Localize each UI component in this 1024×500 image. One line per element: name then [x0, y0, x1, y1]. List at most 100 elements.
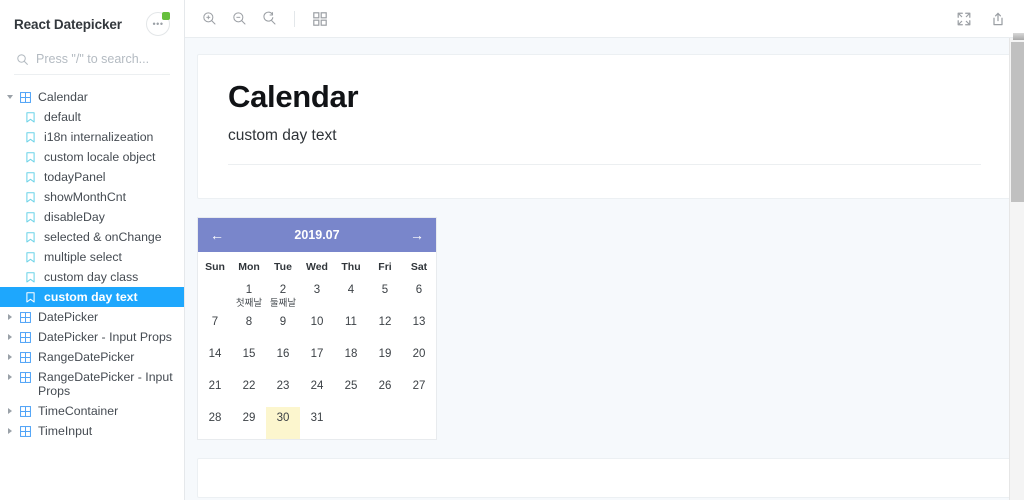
calendar-day-cell[interactable]: 23 — [266, 375, 300, 407]
grid-background-icon — [313, 11, 327, 26]
open-in-new-tab-button[interactable] — [984, 6, 1012, 32]
calendar-week-row: 7 8 9 10 11 12 13 — [198, 311, 436, 343]
sidebar: React Datepicker ••• Press "/" to search… — [0, 0, 185, 500]
zoom-reset-button[interactable] — [255, 6, 283, 32]
story-bookmark-icon — [26, 230, 38, 244]
calendar-day-cell[interactable]: 1 첫째날 — [232, 279, 266, 311]
chevron-right-icon[interactable] — [6, 370, 14, 384]
sidebar-item-timecontainer[interactable]: TimeContainer — [0, 401, 184, 421]
search-input[interactable]: Press "/" to search... — [14, 46, 170, 75]
more-options-button[interactable]: ••• — [146, 12, 170, 36]
calendar-day-cell[interactable]: 9 — [266, 311, 300, 343]
calendar-day-cell[interactable]: 25 — [334, 375, 368, 407]
calendar-day-cell[interactable]: 24 — [300, 375, 334, 407]
calendar-day-cell[interactable]: 22 — [232, 375, 266, 407]
sidebar-item-label: custom day class — [44, 270, 139, 284]
chevron-right-icon[interactable] — [6, 404, 14, 418]
sidebar-item-showmonthcnt[interactable]: showMonthCnt — [0, 187, 184, 207]
zoom-out-icon — [232, 12, 246, 25]
story-bookmark-icon — [26, 110, 38, 124]
calendar-weekday: Thu — [341, 261, 361, 273]
calendar-day-cell[interactable]: 31 — [300, 407, 334, 439]
next-month-button[interactable]: → — [406, 228, 424, 242]
calendar-day-cell[interactable]: 4 — [334, 279, 368, 311]
calendar-day-cell[interactable]: 30 — [266, 407, 300, 439]
calendar-day-cell[interactable]: 7 — [198, 311, 232, 343]
calendar-day-cell[interactable]: 8 — [232, 311, 266, 343]
calendar-day-cell[interactable]: 17 — [300, 343, 334, 375]
sidebar-title: React Datepicker — [14, 16, 122, 32]
calendar-month-label[interactable]: 2019.07 — [228, 228, 406, 242]
calendar-day-cell[interactable]: 16 — [266, 343, 300, 375]
sidebar-item-custom-day-class[interactable]: custom day class — [0, 267, 184, 287]
sidebar-item-multiple-select[interactable]: multiple select — [0, 247, 184, 267]
calendar-day-cell[interactable]: 12 — [368, 311, 402, 343]
calendar-day-custom-text: 첫째날 — [235, 298, 263, 309]
calendar-day-cell[interactable]: 10 — [300, 311, 334, 343]
sidebar-item-rangedatepicker[interactable]: RangeDatePicker — [0, 347, 184, 367]
story-canvas: Calendar custom day text ← 2019.07 → Sun… — [185, 38, 1024, 500]
grid-background-button[interactable] — [306, 6, 334, 32]
search-placeholder: Press "/" to search... — [36, 52, 150, 66]
calendar-day-cell[interactable]: 15 — [232, 343, 266, 375]
calendar-day-cell[interactable]: 27 — [402, 375, 436, 407]
zoom-in-button[interactable] — [195, 6, 223, 32]
calendar-day-cell[interactable]: 19 — [368, 343, 402, 375]
canvas-scrollbar-thumb[interactable] — [1011, 33, 1024, 202]
calendar-empty-cell — [368, 407, 402, 439]
calendar-day-cell[interactable]: 6 — [402, 279, 436, 311]
chevron-right-icon[interactable] — [6, 424, 14, 438]
calendar-day-cell[interactable]: 21 — [198, 375, 232, 407]
calendar-day-cell[interactable]: 5 — [368, 279, 402, 311]
next-story-panel — [197, 458, 1012, 498]
sidebar-item-label: DatePicker — [38, 310, 99, 324]
sidebar-item-label: TimeInput — [38, 424, 93, 438]
sidebar-item-disableday[interactable]: disableDay — [0, 207, 184, 227]
calendar-day-cell[interactable]: 13 — [402, 311, 436, 343]
component-grid-icon — [20, 424, 32, 438]
chevron-down-icon[interactable] — [6, 90, 14, 104]
open-in-new-tab-icon — [993, 12, 1003, 25]
storybook-app: React Datepicker ••• Press "/" to search… — [0, 0, 1024, 500]
chevron-right-icon[interactable] — [6, 350, 14, 364]
calendar-day-cell[interactable]: 3 — [300, 279, 334, 311]
page-subtitle: custom day text — [228, 126, 337, 144]
component-grid-icon — [20, 90, 32, 104]
sidebar-item-todaypanel[interactable]: todayPanel — [0, 167, 184, 187]
sidebar-item-custom-locale-object[interactable]: custom locale object — [0, 147, 184, 167]
fullscreen-button[interactable] — [950, 6, 978, 32]
calendar-day-cell[interactable]: 20 — [402, 343, 436, 375]
calendar-day-cell[interactable]: 11 — [334, 311, 368, 343]
sidebar-item-datepicker-input-props[interactable]: DatePicker - Input Props — [0, 327, 184, 347]
calendar-day-cell[interactable]: 2 둘째날 — [266, 279, 300, 311]
calendar-day-cell[interactable]: 18 — [334, 343, 368, 375]
calendar-day-cell[interactable]: 29 — [232, 407, 266, 439]
sidebar-item-rangedatepicker-input-props[interactable]: RangeDatePicker - Input Props — [0, 367, 184, 401]
component-grid-icon — [20, 310, 32, 324]
calendar-day-cell[interactable]: 26 — [368, 375, 402, 407]
calendar-weekday: Tue — [274, 261, 292, 273]
zoom-out-button[interactable] — [225, 6, 253, 32]
sidebar-item-label: showMonthCnt — [44, 190, 127, 204]
sidebar-item-i18n-internalizeation[interactable]: i18n internalizeation — [0, 127, 184, 147]
calendar-day-number: 21 — [208, 380, 222, 392]
sidebar-item-datepicker[interactable]: DatePicker — [0, 307, 184, 327]
calendar-weekday: Wed — [306, 261, 328, 273]
prev-month-button[interactable]: ← — [210, 228, 228, 242]
calendar-day-number: 20 — [412, 348, 426, 360]
calendar-weekday: Sat — [410, 261, 428, 273]
chevron-right-icon[interactable] — [6, 330, 14, 344]
calendar-day-cell[interactable]: 28 — [198, 407, 232, 439]
sidebar-item-default[interactable]: default — [0, 107, 184, 127]
sidebar-item-selected-onchange[interactable]: selected & onChange — [0, 227, 184, 247]
calendar-day-cell[interactable]: 14 — [198, 343, 232, 375]
canvas-scrollbar[interactable] — [1009, 33, 1024, 500]
story-bookmark-icon — [26, 210, 38, 224]
sidebar-item-timeinput[interactable]: TimeInput — [0, 421, 184, 441]
calendar-day-number: 14 — [208, 348, 222, 360]
sidebar-item-custom-day-text[interactable]: custom day text — [0, 287, 184, 307]
story-bookmark-icon — [26, 170, 38, 184]
hero-divider — [228, 163, 981, 165]
sidebar-item-calendar[interactable]: Calendar — [0, 87, 184, 107]
chevron-right-icon[interactable] — [6, 310, 14, 324]
